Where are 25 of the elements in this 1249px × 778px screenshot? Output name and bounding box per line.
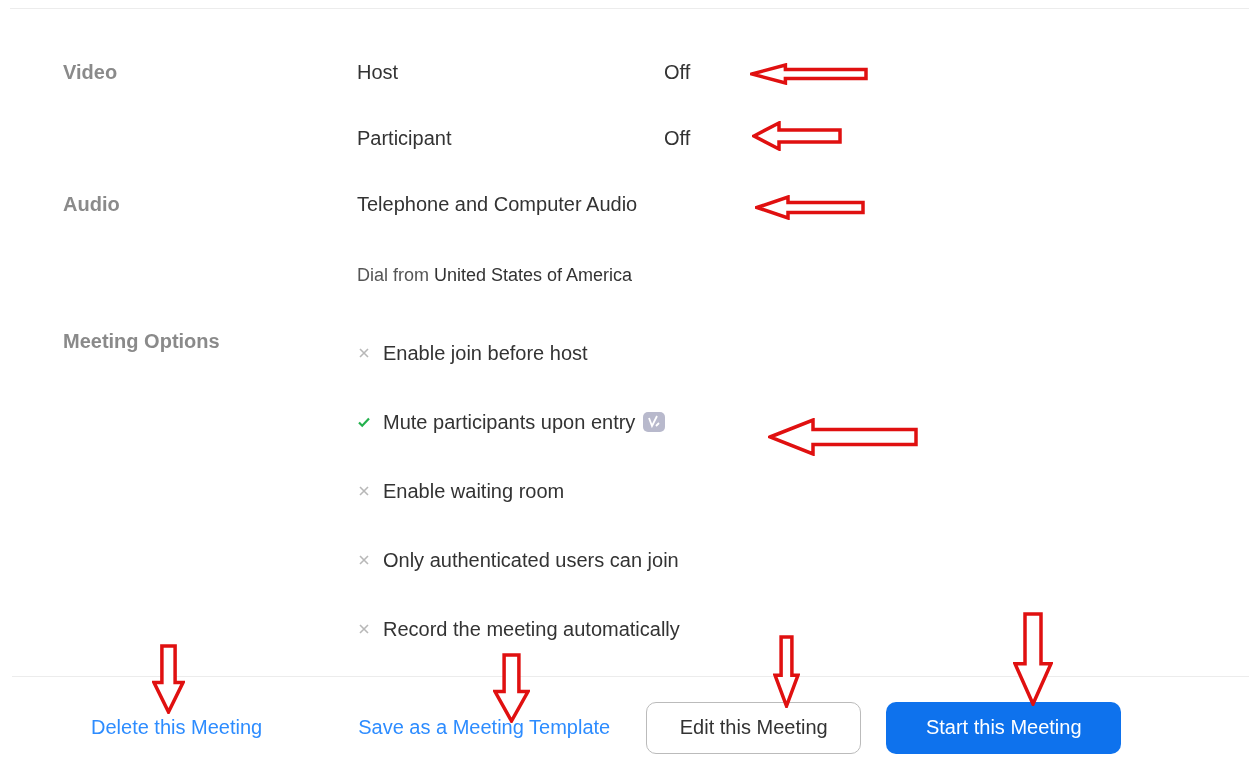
arrow-icon xyxy=(768,418,918,456)
dial-in-text: Dial from United States of America xyxy=(357,265,633,285)
edit-button[interactable]: Edit this Meeting xyxy=(646,701,862,754)
option-label: Enable join before host xyxy=(383,341,588,366)
setting-value: Telephone and Computer Audio xyxy=(357,193,638,215)
arrow-icon xyxy=(152,644,185,714)
start-button[interactable]: Start this Meeting xyxy=(886,701,1122,754)
setting-name: Host xyxy=(357,60,400,85)
arrow-icon xyxy=(1013,612,1053,706)
option-label: Enable waiting room xyxy=(383,479,565,504)
section-label: Video xyxy=(63,60,119,85)
option-label: Mute participants upon entry xyxy=(383,410,636,435)
arrow-icon xyxy=(773,635,800,708)
setting-value: Off xyxy=(664,60,691,85)
link[interactable]: Save as a Meeting Template xyxy=(358,716,611,739)
arrow-icon xyxy=(755,195,865,220)
arrow-icon xyxy=(750,63,868,85)
option-label: Only authenticated users can join xyxy=(383,548,679,573)
link[interactable]: Delete this Meeting xyxy=(91,716,263,739)
setting-value: Off xyxy=(664,126,691,151)
section-label: Audio xyxy=(63,192,121,217)
arrow-icon xyxy=(752,121,842,151)
option-label: Record the meeting automatically xyxy=(383,617,680,642)
setting-name: Participant xyxy=(357,126,453,151)
section-label: Meeting Options xyxy=(63,329,221,354)
